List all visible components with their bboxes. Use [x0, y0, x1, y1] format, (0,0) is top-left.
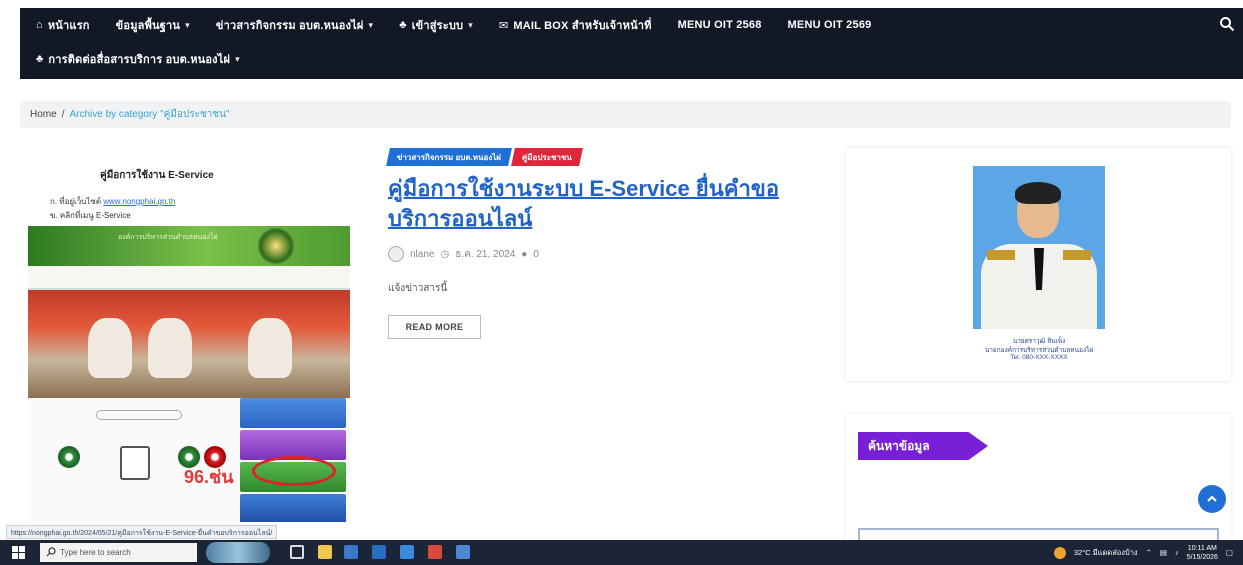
- post-title-link[interactable]: คู่มือการใช้งานระบบ E-Service ยื่นคำขอบร…: [388, 174, 818, 234]
- photo-epaulette-shape: [987, 250, 1015, 260]
- photo-epaulette-shape: [1063, 250, 1091, 260]
- status-bar-url: https://nongphai.go.th/2024/05/21/คู่มือ…: [6, 525, 278, 539]
- chevron-down-icon: ▾: [185, 19, 190, 30]
- post-comment-count[interactable]: 0: [533, 249, 539, 260]
- post-thumbnail[interactable]: คู่มือการใช้งาน E-Service ก. ที่อยู่เว็บ…: [20, 148, 350, 522]
- thumbnail-badge-text: 96.ช่น: [184, 467, 234, 487]
- photo-hair-shape: [1015, 182, 1061, 204]
- profile-photo: [973, 166, 1105, 329]
- nav-item-news[interactable]: ข่าวสารกิจกรรม อบต.หนองไผ่ ▾: [216, 16, 373, 34]
- nav-item-login[interactable]: ♣ เข้าสู่ระบบ ▾: [399, 16, 473, 34]
- nav-item-basic-info[interactable]: ข้อมูลพื้นฐาน ▾: [116, 16, 190, 34]
- clock-icon: ◷: [440, 248, 450, 260]
- emblem-icon: [258, 228, 294, 264]
- thumbnail-pill: [96, 410, 182, 420]
- post-excerpt: แจ้งข่าวสารนี้: [388, 283, 448, 294]
- search-widget-title: ค้นหาข้อมูล: [858, 432, 988, 460]
- profile-widget: นายศราวุฒิ สินเพ็ง นายกองค์การบริหารส่วน…: [846, 148, 1231, 381]
- breadcrumb-separator: /: [61, 109, 65, 120]
- taskbar-search-box[interactable]: Type here to search: [40, 543, 197, 562]
- nav-item-home[interactable]: ⌂ หน้าแรก: [36, 16, 90, 34]
- notification-icon[interactable]: ▢: [1226, 548, 1233, 557]
- taskbar-clock[interactable]: 10:11 AM 5/15/2026: [1187, 544, 1218, 562]
- nav-item-oit-2569[interactable]: MENU OIT 2569: [788, 19, 872, 31]
- post-meta: nlane ◷ ธ.ค. 21, 2024 ● 0: [388, 246, 539, 262]
- task-view-icon[interactable]: [290, 545, 304, 559]
- thumbnail-line-2: ข. คลิกที่เมนู E-Service: [50, 211, 131, 220]
- thumbnail-banner: องค์การบริหารส่วนตำบลหนองไผ่: [28, 226, 350, 266]
- weather-text[interactable]: 32°C มีแดดส่องบ้าง: [1074, 547, 1138, 559]
- taskbar: Type here to search 32°C มีแดดส่องบ้าง ⌃…: [0, 540, 1243, 565]
- thumbnail-button-column: [240, 398, 350, 522]
- search-icon: [46, 547, 56, 557]
- comment-icon: ●: [521, 248, 528, 260]
- back-to-top-button[interactable]: [1198, 485, 1226, 513]
- breadcrumb-home[interactable]: Home: [30, 109, 57, 120]
- ox-shape: [248, 318, 292, 378]
- avatar: [388, 246, 404, 262]
- network-icon[interactable]: ▤: [1160, 548, 1167, 557]
- post-author[interactable]: nlane: [410, 249, 434, 260]
- profile-phone: Tel. 080-XXX-XXXX: [1010, 354, 1068, 361]
- file-explorer-icon[interactable]: [318, 545, 332, 559]
- form-icon: [120, 446, 150, 480]
- category-badge-news[interactable]: ข่าวสารกิจกรรม อบต.หนองไผ่: [386, 148, 512, 166]
- nav-item-oit-2568[interactable]: MENU OIT 2568: [678, 19, 762, 31]
- nav-item-mailbox[interactable]: ✉ MAIL BOX สำหรับเจ้าหน้าที่: [499, 16, 652, 34]
- app-icon[interactable]: [344, 545, 358, 559]
- nav-item-contact[interactable]: ♣ การติดต่อสื่อสารบริการ อบต.หนองไผ่ ▾: [36, 50, 240, 68]
- chevron-down-icon: ▾: [468, 19, 473, 30]
- ox-shape: [148, 318, 192, 378]
- user-group-icon: ♣: [36, 53, 44, 65]
- thumbnail-photo: [28, 290, 350, 398]
- chevron-up-icon[interactable]: ⌃: [1146, 548, 1152, 557]
- nav-row-1: ⌂ หน้าแรก ข้อมูลพื้นฐาน ▾ ข่าวสารกิจกรรม…: [20, 14, 881, 36]
- nav-row-2: ♣ การติดต่อสื่อสารบริการ อบต.หนองไผ่ ▾: [20, 48, 250, 70]
- thumbnail-button: [240, 398, 346, 428]
- store-icon[interactable]: [372, 545, 386, 559]
- system-tray: 32°C มีแดดส่องบ้าง ⌃ ▤ ♪ 10:11 AM 5/15/2…: [1053, 540, 1233, 565]
- weather-icon: [1053, 546, 1066, 559]
- breadcrumb-current: Archive by category "คู่มือประชาชน": [69, 109, 230, 120]
- highlight-circle: [252, 456, 336, 486]
- mail-icon: ✉: [498, 19, 509, 32]
- home-icon: ⌂: [36, 19, 43, 31]
- post-date[interactable]: ธ.ค. 21, 2024: [455, 247, 515, 262]
- taskbar-widget-thumbnail[interactable]: [206, 542, 270, 563]
- user-group-icon: ♣: [399, 19, 407, 31]
- browser-icon[interactable]: [428, 545, 442, 559]
- volume-icon[interactable]: ♪: [1175, 548, 1179, 557]
- app-icon[interactable]: [456, 545, 470, 559]
- breadcrumb: Home / Archive by category "คู่มือประชาช…: [20, 101, 1231, 128]
- chevron-up-icon: [1207, 495, 1217, 502]
- chevron-down-icon: ▾: [235, 53, 240, 64]
- thumbnail-banner-text: องค์การบริหารส่วนตำบลหนองไผ่: [118, 234, 218, 241]
- emblem-icon: [58, 446, 80, 468]
- chevron-down-icon: ▾: [368, 19, 374, 30]
- thumbnail-menu-strip: [28, 266, 350, 290]
- search-icon[interactable]: [1219, 16, 1235, 32]
- top-navigation: ⌂ หน้าแรก ข้อมูลพื้นฐาน ▾ ข่าวสารกิจกรรม…: [20, 8, 1243, 79]
- page: ⌂ หน้าแรก ข้อมูลพื้นฐาน ▾ ข่าวสารกิจกรรม…: [0, 0, 1243, 565]
- thumbnail-button: [240, 494, 346, 522]
- thumbnail-doc-title: คู่มือการใช้งาน E-Service: [100, 170, 214, 181]
- windows-start-icon[interactable]: [12, 546, 25, 559]
- category-badge-manual[interactable]: คู่มือประชาชน: [511, 148, 583, 166]
- ox-shape: [88, 318, 132, 378]
- mail-icon[interactable]: [400, 545, 414, 559]
- thumbnail-line-1: ก. ที่อยู่เว็บไซต์ www.nongphai.go.th: [50, 197, 176, 206]
- read-more-button[interactable]: READ MORE: [388, 315, 481, 339]
- post-categories: ข่าวสารกิจกรรม อบต.หนองไผ่ คู่มือประชาชน: [386, 148, 584, 166]
